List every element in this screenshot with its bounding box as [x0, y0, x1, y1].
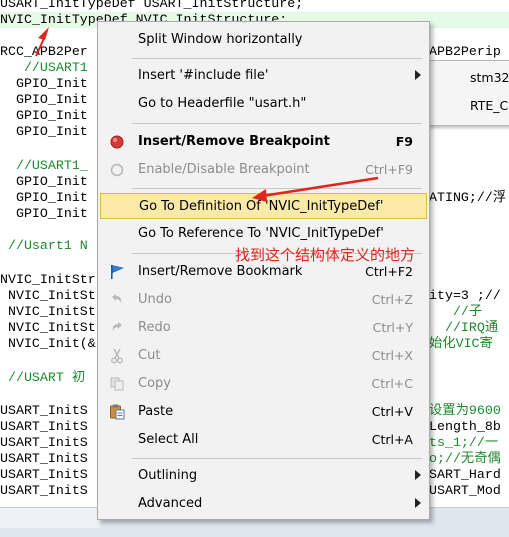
code-line: GPIO_Init: [0, 124, 88, 139]
menu-item-shortcut: Ctrl+X: [371, 348, 413, 363]
menu-item-label: Go To Reference To 'NVIC_InitTypeDef': [138, 226, 384, 241]
code-line: GPIO_Init: [0, 174, 88, 189]
submenu-item[interactable]: stm32f: [470, 70, 509, 85]
paste-icon: [108, 403, 126, 421]
menu-item-label: Copy: [138, 376, 171, 391]
code-fragment: USART_Mod: [429, 483, 501, 498]
menu-item-label: Split Window horizontally: [138, 32, 303, 47]
code-line: GPIO_Init: [0, 190, 88, 205]
menu-item-paste[interactable]: Paste Ctrl+V: [100, 399, 427, 425]
menu-item-insert-include[interactable]: Insert '#include file': [100, 63, 427, 89]
menu-item-label: Go To Definition Of 'NVIC_InitTypeDef': [139, 199, 384, 214]
code-line: USART_InitS: [0, 467, 88, 482]
menu-item-copy[interactable]: Copy Ctrl+C: [100, 371, 427, 397]
menu-item-label: Undo: [138, 292, 172, 307]
code-line: GPIO_Init: [0, 76, 88, 91]
menu-item-enable-disable-breakpoint[interactable]: Enable/Disable Breakpoint Ctrl+F9: [100, 157, 427, 183]
menu-item-shortcut: Ctrl+Z: [371, 292, 413, 307]
menu-item-shortcut: Ctrl+V: [371, 404, 413, 419]
menu-item-label: Insert '#include file': [138, 68, 269, 83]
code-fragment: //子: [429, 304, 483, 319]
menu-item-shortcut: Ctrl+Y: [372, 320, 413, 335]
menu-item-outlining[interactable]: Outlining: [100, 463, 427, 489]
code-fragment: ATING;//浮: [429, 190, 507, 205]
menu-item-shortcut: Ctrl+F2: [365, 264, 413, 279]
menu-item-split-window[interactable]: Split Window horizontally: [100, 27, 427, 53]
code-line: NVIC_InitSt: [0, 304, 96, 319]
annotation-text: 找到这个结构体定义的地方: [235, 246, 416, 264]
copy-icon: [108, 375, 126, 393]
code-fragment: 始化VIC寄: [429, 336, 493, 351]
code-fragment: 设置为9600: [429, 403, 501, 418]
menu-item-label: Insert/Remove Bookmark: [138, 264, 303, 279]
scissors-icon: [108, 347, 126, 365]
menu-separator: [132, 458, 422, 459]
code-line: GPIO_Init: [0, 108, 88, 123]
code-line: //USART1_: [0, 158, 88, 173]
menu-item-label: Cut: [138, 348, 161, 363]
submenu-arrow-icon: [415, 70, 421, 80]
code-fragment: Length_8b: [429, 419, 501, 434]
redo-icon: [108, 319, 126, 337]
bookmark-flag-icon: [108, 263, 126, 281]
menu-item-cut[interactable]: Cut Ctrl+X: [100, 343, 427, 369]
code-line: GPIO_Init: [0, 206, 88, 221]
breakpoint-disabled-icon: [108, 161, 126, 179]
code-line: NVIC_InitSt: [0, 288, 96, 303]
menu-item-label: Select All: [138, 432, 199, 447]
menu-item-label: Enable/Disable Breakpoint: [138, 162, 310, 177]
menu-item-undo[interactable]: Undo Ctrl+Z: [100, 287, 427, 313]
menu-item-label: Paste: [138, 404, 174, 419]
code-fragment: SART_Hard: [429, 467, 501, 482]
undo-icon: [108, 291, 126, 309]
code-line: //Usart1 N: [0, 238, 88, 253]
code-fragment: ts_1;//一: [429, 435, 499, 450]
menu-separator: [132, 123, 422, 124]
code-line: //USART1: [0, 60, 88, 75]
submenu-arrow-icon: [415, 498, 421, 508]
code-fragment: o;//无奇偶: [429, 451, 501, 466]
menu-item-advanced[interactable]: Advanced: [100, 491, 427, 517]
menu-separator: [132, 58, 422, 59]
code-fragment: ity=3 ;//: [429, 288, 501, 303]
menu-item-shortcut: Ctrl+F9: [365, 162, 413, 177]
code-line: USART_InitTypeDef USART_InitStructure;: [0, 0, 304, 11]
code-line: USART_InitS: [0, 435, 88, 450]
menu-separator: [132, 188, 422, 189]
menu-item-label: Go to Headerfile "usart.h": [138, 96, 307, 111]
menu-item-redo[interactable]: Redo Ctrl+Y: [100, 315, 427, 341]
code-line: GPIO_Init: [0, 92, 88, 107]
code-line: USART_InitS: [0, 483, 88, 498]
code-line: USART_InitS: [0, 451, 88, 466]
code-line: USART_InitS: [0, 403, 88, 418]
menu-item-shortcut: Ctrl+A: [371, 432, 413, 447]
menu-item-select-all[interactable]: Select All Ctrl+A: [100, 427, 427, 453]
menu-item-insert-remove-breakpoint[interactable]: Insert/Remove Breakpoint F9: [100, 129, 427, 155]
menu-item-shortcut: F9: [395, 134, 413, 149]
code-line: NVIC_Init(&: [0, 336, 96, 351]
menu-item-shortcut: Ctrl+C: [371, 376, 413, 391]
menu-item-label: Advanced: [138, 496, 203, 511]
code-fragment: //IRQ通: [429, 320, 499, 335]
menu-item-label: Outlining: [138, 468, 198, 483]
menu-item-go-to-definition[interactable]: Go To Definition Of 'NVIC_InitTypeDef': [100, 193, 427, 219]
code-line: NVIC_InitSt: [0, 320, 96, 335]
code-fragment: APB2Perip: [429, 44, 501, 59]
context-menu: Split Window horizontally Insert '#inclu…: [97, 21, 430, 520]
code-line: USART_InitS: [0, 419, 88, 434]
code-line: //USART 初: [0, 370, 86, 385]
include-file-submenu: stm32f RTE_Co: [425, 60, 509, 126]
code-line: RCC_APB2Per: [0, 44, 88, 59]
breakpoint-icon: [108, 133, 126, 151]
submenu-arrow-icon: [415, 470, 421, 480]
horizontal-scrollbar[interactable]: [0, 508, 100, 528]
menu-item-go-to-headerfile[interactable]: Go to Headerfile "usart.h": [100, 91, 427, 117]
code-line: NVIC_InitStr: [0, 272, 96, 287]
menu-item-label: Insert/Remove Breakpoint: [138, 134, 330, 149]
menu-item-label: Redo: [138, 320, 171, 335]
submenu-item[interactable]: RTE_Co: [470, 98, 509, 113]
